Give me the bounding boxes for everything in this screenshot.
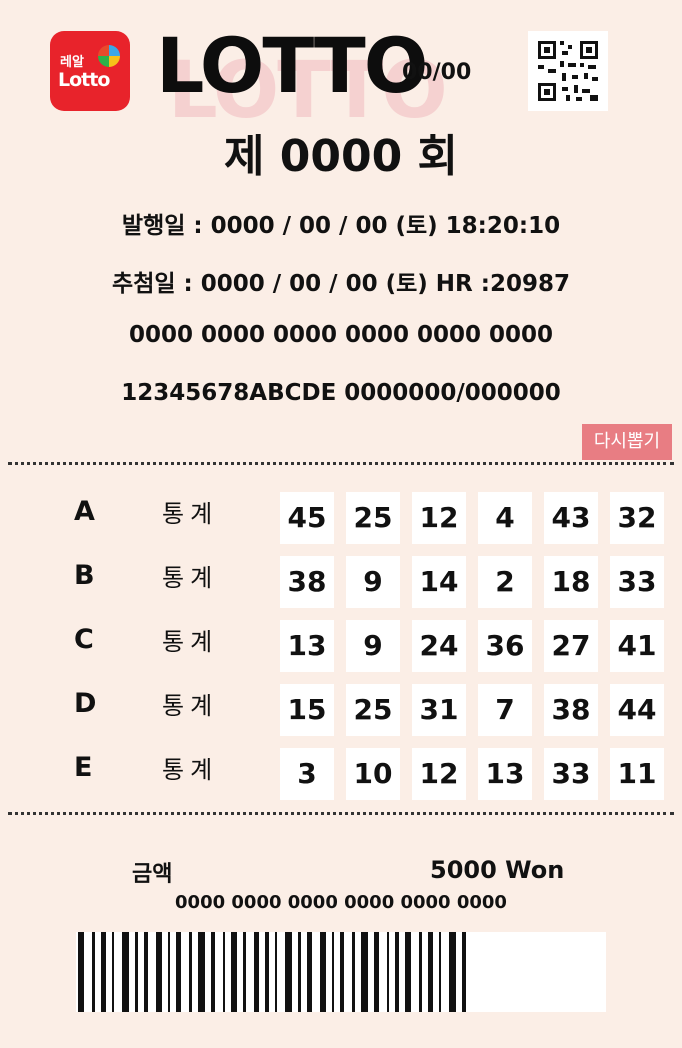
logo-big-text: Lotto [58, 69, 110, 91]
stat-button[interactable]: 통계 [162, 686, 218, 721]
lotto-number: 36 [478, 620, 532, 672]
barcode-icon [76, 932, 606, 1012]
amount-label: 금액 [132, 862, 173, 887]
lotto-number: 27 [544, 620, 598, 672]
amount-value: 5000 Won [430, 856, 565, 884]
stat-button[interactable]: 통계 [162, 622, 218, 657]
lotto-number: 43 [544, 492, 598, 544]
lotto-number: 10 [346, 748, 400, 800]
lotto-number: 32 [610, 492, 664, 544]
lotto-number: 44 [610, 684, 664, 736]
logo-ball-icon [98, 45, 120, 67]
divider-bottom [8, 812, 674, 815]
qr-code-icon [528, 31, 608, 111]
lotto-number: 25 [346, 492, 400, 544]
divider-top [8, 462, 674, 465]
lotto-number: 7 [478, 684, 532, 736]
game-letter: A [74, 496, 95, 527]
issue-date: 발행일 : 0000 / 00 / 00 (토) 18:20:10 [121, 213, 561, 239]
round-title: 제 0000 회 [223, 131, 459, 182]
stat-button[interactable]: 통계 [162, 750, 218, 785]
game-letter: D [74, 688, 97, 719]
lotto-number: 33 [610, 556, 664, 608]
game-letter: E [74, 752, 93, 783]
stat-button[interactable]: 통계 [162, 494, 218, 529]
lotto-number: 3 [280, 748, 334, 800]
lotto-number: 13 [478, 748, 532, 800]
stat-button[interactable]: 통계 [162, 558, 218, 593]
lotto-number: 38 [280, 556, 334, 608]
ticket-serial: 0000 0000 0000 0000 0000 0000 [128, 322, 554, 348]
brand-title: LOTTO [156, 21, 428, 110]
lotto-number: 15 [280, 684, 334, 736]
bottom-serial: 0000 0000 0000 0000 0000 0000 [175, 892, 507, 913]
lotto-number: 31 [412, 684, 466, 736]
lotto-number: 41 [610, 620, 664, 672]
lotto-number: 33 [544, 748, 598, 800]
retry-button[interactable]: 다시뽑기 [582, 424, 672, 460]
brand-date: 00/00 [402, 60, 472, 85]
lotto-number: 4 [478, 492, 532, 544]
game-letter: C [74, 624, 94, 655]
lotto-number: 13 [280, 620, 334, 672]
lotto-number: 38 [544, 684, 598, 736]
draw-date: 추첨일 : 0000 / 00 / 00 (토) HR :20987 [112, 271, 570, 297]
lotto-number: 25 [346, 684, 400, 736]
lotto-number: 9 [346, 620, 400, 672]
lotto-number: 12 [412, 748, 466, 800]
lotto-number: 9 [346, 556, 400, 608]
lotto-number: 11 [610, 748, 664, 800]
lotto-number: 18 [544, 556, 598, 608]
lotto-number: 45 [280, 492, 334, 544]
ticket-code: 12345678ABCDE 0000000/000000 [121, 380, 561, 406]
lotto-logo-icon: 레알 Lotto [50, 31, 130, 111]
lotto-number: 24 [412, 620, 466, 672]
lotto-number: 2 [478, 556, 532, 608]
lotto-number: 14 [412, 556, 466, 608]
lotto-number: 12 [412, 492, 466, 544]
logo-small-text: 레알 [60, 55, 84, 70]
game-letter: B [74, 560, 95, 591]
